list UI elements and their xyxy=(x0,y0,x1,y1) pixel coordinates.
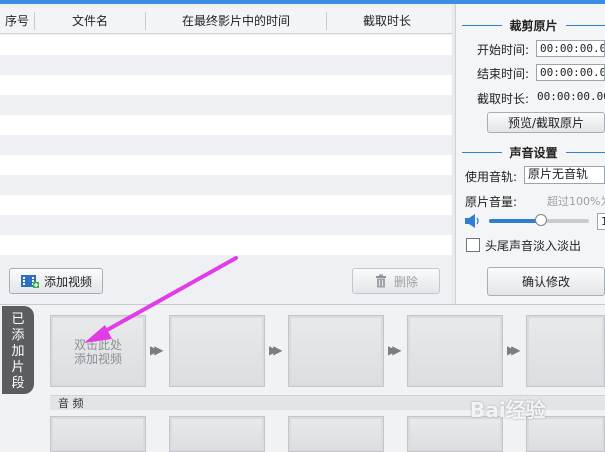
watermark-text: Bai经验 xyxy=(470,398,546,422)
audio-section-header: 声音设置 xyxy=(462,143,605,161)
audio-section-title: 声音设置 xyxy=(509,145,558,160)
table-row[interactable] xyxy=(0,55,452,75)
tab-char: 已 xyxy=(11,312,25,327)
audio-track-select[interactable]: 原片无音轨 xyxy=(524,166,605,184)
clip-list-rows[interactable] xyxy=(0,35,452,255)
video-slot[interactable]: 双击此处 添加视频 xyxy=(50,315,146,387)
tab-char: 添 xyxy=(11,328,25,343)
film-add-icon xyxy=(20,275,39,288)
added-clips-tab[interactable]: 已 添 加 片 段 xyxy=(2,306,34,394)
video-slot[interactable] xyxy=(407,315,503,387)
table-row[interactable] xyxy=(0,115,452,135)
volume-slider-track[interactable] xyxy=(489,214,589,226)
table-row[interactable] xyxy=(0,155,452,175)
table-row[interactable] xyxy=(0,35,452,55)
audio-slot[interactable] xyxy=(50,416,146,452)
audio-slot[interactable] xyxy=(288,416,384,452)
table-row[interactable] xyxy=(0,175,452,195)
fade-label: 头尾声音淡入淡出 xyxy=(485,239,582,253)
table-row[interactable] xyxy=(0,195,452,215)
start-time-input[interactable]: 00:00:00.00 xyxy=(536,40,605,57)
chevron-right-icon: ▶▶ xyxy=(507,343,521,357)
table-row[interactable] xyxy=(0,95,452,115)
end-time-label: 结束时间: xyxy=(477,67,530,81)
video-slot[interactable] xyxy=(526,315,605,387)
volume-slider-fill xyxy=(489,219,541,223)
speaker-icon[interactable] xyxy=(464,213,484,229)
preview-clip-button[interactable]: 预览/截取原片 xyxy=(487,112,605,133)
chevron-right-icon: ▶▶ xyxy=(150,343,164,357)
fade-checkbox[interactable] xyxy=(466,238,480,252)
column-duration[interactable]: 截取时长 xyxy=(327,8,447,34)
table-row[interactable] xyxy=(0,75,452,95)
add-video-label: 添加视频 xyxy=(43,274,92,289)
audio-slot[interactable] xyxy=(169,416,265,452)
video-slot[interactable] xyxy=(288,315,384,387)
video-slot[interactable] xyxy=(169,315,265,387)
end-time-input[interactable]: 00:00:00.00 xyxy=(536,64,605,81)
trash-icon xyxy=(375,274,386,288)
clip-section-title: 裁剪原片 xyxy=(509,18,558,33)
volume-slider-knob[interactable] xyxy=(535,214,547,226)
chevron-right-icon: ▶▶ xyxy=(269,343,283,357)
volume-input[interactable]: 1 xyxy=(597,213,605,230)
tab-char: 片 xyxy=(11,360,25,375)
duration-label: 截取时长: xyxy=(477,92,530,106)
add-video-button[interactable]: 添加视频 xyxy=(9,268,103,294)
audio-track-label-text: 音 频 xyxy=(58,397,84,410)
confirm-changes-button[interactable]: 确认修改 xyxy=(487,267,605,296)
start-time-label: 开始时间: xyxy=(477,43,530,57)
volume-hint: 超过100%为 xyxy=(547,195,605,208)
volume-label: 原片音量: xyxy=(465,195,518,209)
slot-hint-line2: 添加视频 xyxy=(73,352,122,366)
tab-char: 加 xyxy=(11,344,25,359)
audio-track-label: 使用音轨: xyxy=(465,170,518,184)
clip-list-header: 序号 文件名 在最终影片中的时间 截取时长 xyxy=(0,8,452,34)
chevron-right-icon: ▶▶ xyxy=(388,343,402,357)
table-row[interactable] xyxy=(0,235,452,255)
column-filename[interactable]: 文件名 xyxy=(35,8,145,34)
table-row[interactable] xyxy=(0,135,452,155)
column-time-in-movie[interactable]: 在最终影片中的时间 xyxy=(146,8,326,34)
slot-hint-line1: 双击此处 xyxy=(73,338,122,352)
column-index[interactable]: 序号 xyxy=(0,8,34,34)
delete-label: 删除 xyxy=(393,274,418,289)
delete-button[interactable]: 删除 xyxy=(352,268,440,294)
tab-char: 段 xyxy=(11,376,25,391)
clip-section-header: 裁剪原片 xyxy=(462,16,605,34)
duration-value: 00:00:00.00 xyxy=(537,90,605,103)
table-row[interactable] xyxy=(0,215,452,235)
